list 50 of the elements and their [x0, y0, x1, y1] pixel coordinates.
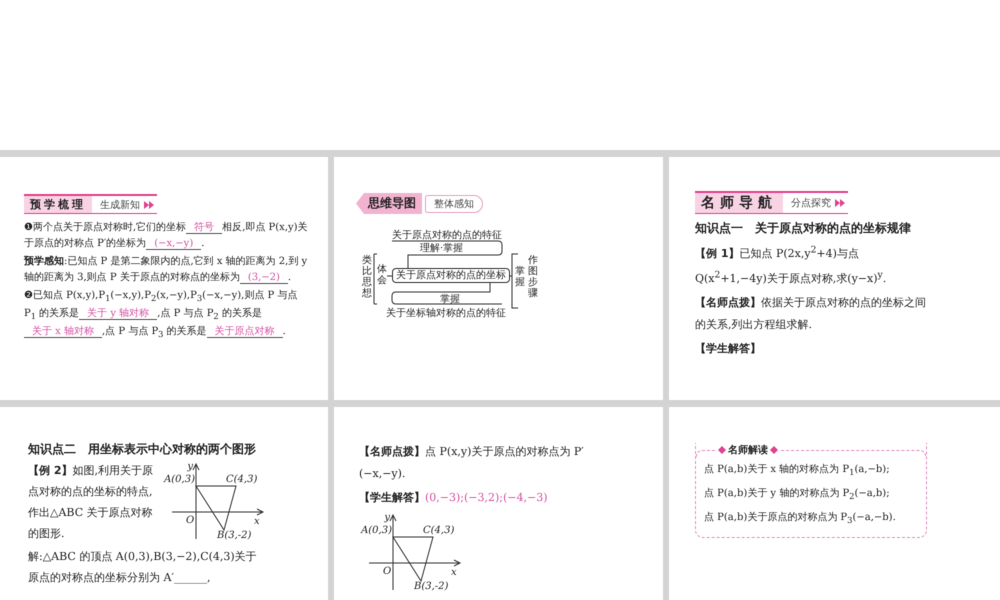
map-center-node: 关于原点对称的点的坐标 — [392, 268, 510, 283]
axis-label: x — [451, 567, 457, 578]
map-label: 关于原点对称的点的特征 — [392, 230, 502, 241]
callout-title: 名师解读 — [728, 444, 768, 457]
point-label: C(4,3) — [226, 474, 258, 485]
paragraph-text: 【例 1】已知点 P(2x,y$^{2}$+4)与点 Q(x$^{2}$+1,−4y)关于原点对称,求(y−x)$^{y}$. — [695, 243, 888, 288]
triangle-shape — [392, 536, 434, 582]
answer-text: (0,−3);(−3,2);(−4,−3) — [425, 491, 548, 504]
section-title: 名师导航 — [695, 193, 783, 213]
section-heading: 知识点二 用坐标表示中心对称的两个图形 — [28, 441, 257, 458]
paragraph-text: ❶两个点关于原点对称时,它们的坐标 符号 相反,即点 P(x,y)关于原点的对称点 P′的坐标为 (−x,−y) . — [24, 220, 309, 252]
point-label: A(0,3) — [164, 474, 195, 485]
point-label: C(4,3) — [423, 525, 454, 536]
callout-line: 点 P(a,b)关于 x 轴的对称点为 P$_{1}$(a,−b); — [704, 462, 890, 479]
paragraph-text: 预学感知:已知点 P 是第二象限内的点,它到 x 轴的距离为 2,到 y 轴的距离为 3,则点 P 关于原点的对称点的坐标为 (3,−2) . — [24, 254, 308, 286]
paragraph-text: 【例 2】如图,利用关于原点对称的点的坐标的特点,作出△ABC 关于原点对称的图形. — [28, 463, 154, 542]
paragraph-text: 【名师点拨】点 P(x,y)关于原点的对称点为 P′(−x,−y). — [359, 444, 585, 482]
triangle-shape — [195, 486, 237, 532]
callout-line: 点 P(a,b)关于原点的对称点为 P$_{3}$(−a,−b). — [704, 510, 896, 527]
map-note: 掌握 — [515, 266, 525, 288]
section-subtitle: 整体感知 — [425, 194, 483, 212]
origin-label: O — [383, 566, 392, 577]
callout-line: 点 P(a,b)关于 y 轴的对称点为 P$_{2}$(−a,b); — [704, 486, 890, 503]
axis-label: x — [254, 516, 260, 527]
map-note: 理解·掌握 — [420, 243, 464, 254]
answer-label: 【学生解答】 — [359, 491, 425, 504]
section-subtitle: 生成新知 — [99, 198, 141, 212]
axis-label: y — [187, 461, 193, 472]
point-label: A(0,3) — [361, 525, 392, 536]
double-arrow-icon — [835, 199, 845, 207]
point-label: B(3,-2) — [217, 530, 252, 540]
axis-label: y — [384, 512, 390, 523]
section-title: 思维导图 — [356, 193, 422, 214]
section-subtitle: 分点探究 — [790, 196, 832, 210]
map-label: 类比思想 — [362, 255, 372, 299]
section-title: 预学梳理 — [24, 196, 92, 213]
map-note: 体会 — [377, 264, 387, 286]
paragraph-text: 解:△ABC 的顶点 A(0,3),B(3,−2),C(4,3)关于原点的对称点的坐标分别为 A′______, — [28, 549, 258, 586]
diamond-icon — [770, 446, 778, 454]
paragraph-text: ❷已知点 P(x,y),P$_{1}$(−x,y),P$_{2}$(x,−y),P$_{3}$(−x,−y),则点 P 与点 P$_{1}$ 的关系是 关于 y 轴对称 ,点 P 与点 P$_{2}$ 的关系是 关于 x 轴对称 ,点 P 与点 P$_{3}$ 的关系是 关于原点对称 . — [24, 288, 298, 341]
section-heading: 知识点一 关于原点对称的点的坐标规律 — [695, 220, 912, 237]
answer-label: 【学生解答】 — [695, 342, 761, 356]
double-arrow-icon — [144, 200, 154, 208]
diamond-icon — [718, 446, 726, 454]
paragraph-text: 【名师点拨】依据关于原点对称的点的坐标之间的关系,列出方程组求解. — [695, 295, 927, 334]
map-label: 作图步骤 — [528, 255, 538, 299]
origin-label: O — [186, 515, 194, 526]
map-label: 关于坐标轴对称的点的特征 — [386, 308, 506, 319]
point-label: B(3,-2) — [414, 581, 448, 591]
map-note: 掌握 — [440, 294, 460, 305]
